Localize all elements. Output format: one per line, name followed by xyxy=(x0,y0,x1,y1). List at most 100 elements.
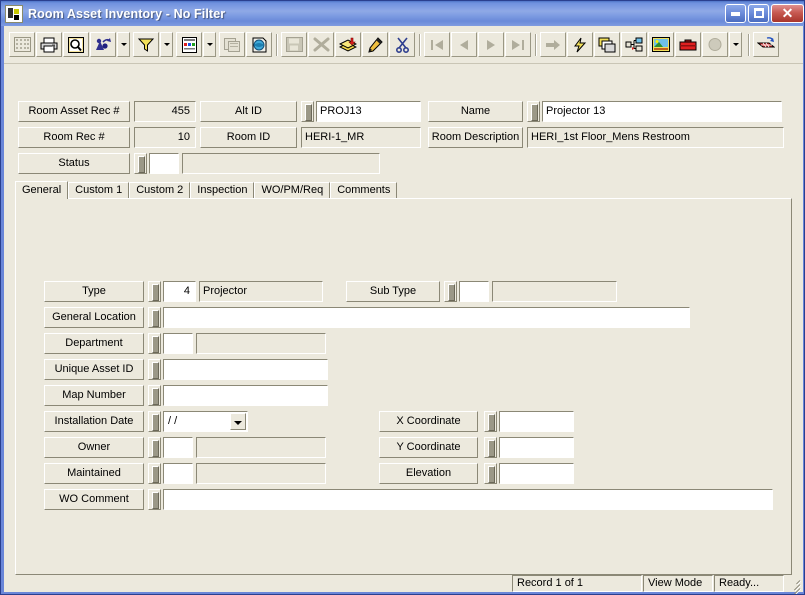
wo-comment-lookup-button[interactable] xyxy=(148,489,161,510)
maximize-button[interactable] xyxy=(748,4,769,23)
room-description-value: HERI_1st Floor_Mens Restroom xyxy=(527,127,784,148)
report-dropdown-arrow[interactable] xyxy=(203,32,216,57)
type-code-input[interactable]: 4 xyxy=(163,281,196,302)
toolbar xyxy=(4,26,803,64)
installation-date-picker[interactable]: / / xyxy=(163,411,248,432)
tab-general[interactable]: General xyxy=(15,181,69,199)
chevron-down-icon[interactable] xyxy=(230,413,246,430)
status-row: Status xyxy=(18,153,380,174)
maintained-description-value xyxy=(196,463,326,484)
toolbox-icon[interactable] xyxy=(675,32,701,57)
grid-view-icon[interactable] xyxy=(9,32,35,57)
status-label: Status xyxy=(18,153,130,174)
map-number-input[interactable] xyxy=(163,385,328,406)
department-description-value xyxy=(196,333,326,354)
alt-id-input[interactable]: PROJ13 xyxy=(316,101,421,122)
print-preview-icon[interactable] xyxy=(63,32,89,57)
quick-action-icon[interactable] xyxy=(567,32,593,57)
find-dropdown-arrow[interactable] xyxy=(117,32,130,57)
y-coordinate-lookup-button[interactable] xyxy=(484,437,497,458)
wo-comment-row: WO Comment xyxy=(44,489,773,510)
cut-scissors-icon[interactable] xyxy=(389,32,415,57)
refresh-globe-icon[interactable] xyxy=(246,32,272,57)
sub-type-code-input[interactable] xyxy=(459,281,489,302)
elevation-lookup-button[interactable] xyxy=(484,463,497,484)
installation-date-value: / / xyxy=(168,415,178,427)
windows-cascade-icon[interactable] xyxy=(594,32,620,57)
room-rec-value: 10 xyxy=(134,127,196,148)
unique-asset-id-input[interactable] xyxy=(163,359,328,380)
map-number-lookup-button[interactable] xyxy=(148,385,161,406)
x-coordinate-lookup-button[interactable] xyxy=(484,411,497,432)
owner-code-input[interactable] xyxy=(163,437,193,458)
room-asset-rec-row: Room Asset Rec # 455 xyxy=(18,101,196,122)
find-icon[interactable] xyxy=(90,32,116,57)
tab-custom-1[interactable]: Custom 1 xyxy=(68,182,130,199)
map-number-row: Map Number xyxy=(44,385,328,406)
tab-wo-pm-req[interactable]: WO/PM/Req xyxy=(254,182,331,199)
save-icon xyxy=(281,32,307,57)
close-icon: ✕ xyxy=(781,5,794,21)
elevation-label: Elevation xyxy=(379,463,478,484)
maintained-code-input[interactable] xyxy=(163,463,193,484)
sub-type-lookup-button[interactable] xyxy=(444,281,457,302)
filter-funnel-icon[interactable] xyxy=(133,32,159,57)
y-coordinate-input[interactable] xyxy=(499,437,574,458)
owner-description-value xyxy=(196,437,326,458)
alt-id-row: Alt ID PROJ13 xyxy=(200,101,421,122)
filter-dropdown-arrow[interactable] xyxy=(160,32,173,57)
x-coordinate-input[interactable] xyxy=(499,411,574,432)
edit-pencil-icon[interactable] xyxy=(362,32,388,57)
owner-row: Owner xyxy=(44,437,326,458)
status-lookup-button[interactable] xyxy=(134,153,147,174)
room-id-row: Room ID HERI-1_MR xyxy=(200,127,421,148)
general-location-lookup-button[interactable] xyxy=(148,307,161,328)
type-lookup-button[interactable] xyxy=(148,281,161,302)
x-coordinate-label: X Coordinate xyxy=(379,411,478,432)
installation-date-label: Installation Date xyxy=(44,411,144,432)
general-location-input[interactable] xyxy=(163,307,690,328)
status-description-value xyxy=(182,153,380,174)
add-record-icon[interactable] xyxy=(335,32,361,57)
wo-comment-input[interactable] xyxy=(163,489,773,510)
hierarchy-tree-icon[interactable] xyxy=(621,32,647,57)
elevation-input[interactable] xyxy=(499,463,574,484)
department-code-input[interactable] xyxy=(163,333,193,354)
status-mode-pane: View Mode xyxy=(643,574,713,592)
header-fields: Room Asset Rec # 455 Alt ID PROJ13 Name … xyxy=(4,64,803,174)
toolbar-separator-3 xyxy=(535,33,537,56)
print-icon[interactable] xyxy=(36,32,62,57)
app-icon xyxy=(5,4,23,23)
close-button[interactable]: ✕ xyxy=(771,4,804,23)
previous-record-icon xyxy=(451,32,477,57)
maintained-lookup-button[interactable] xyxy=(148,463,161,484)
elevation-row: Elevation xyxy=(379,463,574,484)
title-bar[interactable]: Room Asset Inventory - No Filter ✕ xyxy=(1,1,804,26)
department-row: Department xyxy=(44,333,326,354)
resize-grip[interactable] xyxy=(786,575,802,594)
general-form: Type 4 Projector Sub Type General Locati… xyxy=(16,199,791,574)
image-view-icon[interactable] xyxy=(648,32,674,57)
name-lookup-button[interactable] xyxy=(527,101,540,122)
tab-comments[interactable]: Comments xyxy=(330,182,398,199)
minimize-button[interactable] xyxy=(725,4,746,23)
map-number-label: Map Number xyxy=(44,385,144,406)
installation-date-lookup-button[interactable] xyxy=(148,411,161,432)
name-input[interactable]: Projector 13 xyxy=(542,101,782,122)
help-dropdown-arrow[interactable] xyxy=(729,32,742,57)
unique-asset-id-lookup-button[interactable] xyxy=(148,359,161,380)
name-label: Name xyxy=(428,101,523,122)
status-code-input[interactable] xyxy=(149,153,179,174)
help-icon xyxy=(702,32,728,57)
tab-inspection[interactable]: Inspection xyxy=(190,182,255,199)
alt-id-lookup-button[interactable] xyxy=(301,101,314,122)
tab-panel-general: Type 4 Projector Sub Type General Locati… xyxy=(15,198,792,575)
export-table-icon[interactable] xyxy=(753,32,779,57)
tab-custom-2[interactable]: Custom 2 xyxy=(129,182,191,199)
room-description-label: Room Description xyxy=(428,127,523,148)
room-id-value: HERI-1_MR xyxy=(301,127,421,148)
report-icon[interactable] xyxy=(176,32,202,57)
department-lookup-button[interactable] xyxy=(148,333,161,354)
x-coordinate-row: X Coordinate xyxy=(379,411,574,432)
owner-lookup-button[interactable] xyxy=(148,437,161,458)
